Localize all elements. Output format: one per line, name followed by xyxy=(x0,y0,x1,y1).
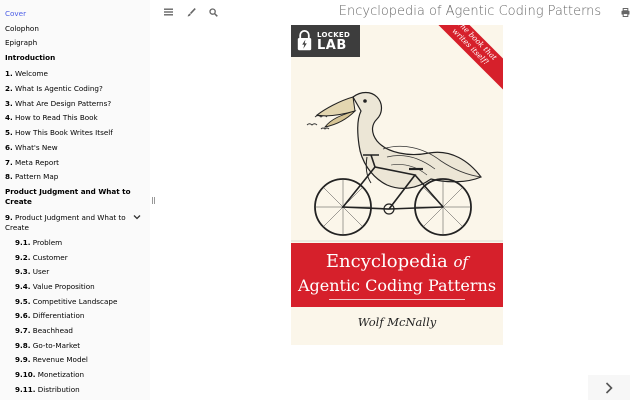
toc-label: Customer xyxy=(32,252,68,262)
cover-title-of: of xyxy=(453,253,469,271)
toc-part-introduction: Introduction xyxy=(0,53,150,63)
toc-item-problem[interactable]: 9.1. Problem xyxy=(0,238,150,248)
toc-label: Competitive Landscape xyxy=(32,296,118,306)
toc-item-revenue-model[interactable]: 9.9. Revenue Model xyxy=(0,355,150,365)
sidebar-resize-handle[interactable] xyxy=(152,197,155,204)
banner-rule xyxy=(329,299,465,300)
toc-part-label: Product Judgment and What to Create xyxy=(5,187,131,207)
toc-num: 6. xyxy=(5,142,13,152)
toc-label: Differentiation xyxy=(32,311,85,321)
toc-label: What Are Design Patterns? xyxy=(15,98,112,108)
toc-num: 9.9. xyxy=(15,355,31,365)
paintbrush-icon[interactable] xyxy=(185,6,197,18)
toc-label: Product Judgment and What to Create xyxy=(5,213,126,233)
book-cover: LOCKED LAB The book thatwrites itself! xyxy=(291,25,503,345)
toc-num: 9.4. xyxy=(15,281,31,291)
toc-item-what-is-agentic-coding[interactable]: 2. What Is Agentic Coding? xyxy=(0,84,150,94)
cover-title-word: Encyclopedia xyxy=(325,251,448,272)
toc-num: 9. xyxy=(5,213,13,223)
chevron-down-icon[interactable] xyxy=(133,213,141,224)
toc-num: 9.1. xyxy=(15,237,31,247)
toc-label: User xyxy=(32,267,50,277)
toc-item-meta-report[interactable]: 7. Meta Report xyxy=(0,158,150,168)
toc-num: 9.2. xyxy=(15,252,31,262)
toc-num: 9.5. xyxy=(15,296,31,306)
toc-label: Distribution xyxy=(37,384,80,394)
toc-item-how-to-read[interactable]: 4. How to Read This Book xyxy=(0,113,150,123)
title-banner: Encyclopedia of Agentic Coding Patterns xyxy=(291,243,503,307)
page-title: Encyclopedia of Agentic Coding Patterns xyxy=(338,4,602,19)
toc-label: Go-to-Market xyxy=(32,340,81,350)
toc-label: What's New xyxy=(15,142,58,152)
menu-icon[interactable] xyxy=(162,6,174,18)
toc-label: Epigraph xyxy=(5,38,38,48)
toc-item-beachhead[interactable]: 9.7. Beachhead xyxy=(0,326,150,336)
toc-item-user[interactable]: 9.3. User xyxy=(0,267,150,277)
toc-item-what-are-design-patterns[interactable]: 3. What Are Design Patterns? xyxy=(0,99,150,109)
toc-label: Pattern Map xyxy=(15,172,59,182)
cover-title-line1: Encyclopedia of xyxy=(291,251,503,272)
toc-num: 8. xyxy=(5,172,13,182)
toc-label: Meta Report xyxy=(15,157,59,167)
toc-label: Monetization xyxy=(37,370,85,380)
toc-num: 9.3. xyxy=(15,267,31,277)
pelican-on-bicycle-illustration xyxy=(291,91,503,242)
toc-num: 5. xyxy=(5,128,13,138)
sidebar: Cover Colophon Epigraph Introduction 1. … xyxy=(0,0,150,400)
toc-part-label: Introduction xyxy=(5,53,56,63)
toc-item-whats-new[interactable]: 6. What's New xyxy=(0,143,150,153)
toc-item-cover[interactable]: Cover xyxy=(0,9,150,19)
toc-item-differentiation[interactable]: 9.6. Differentiation xyxy=(0,311,150,321)
toc-num: 1. xyxy=(5,69,13,79)
toc-item-colophon[interactable]: Colophon xyxy=(0,24,150,34)
toc-num: 9.7. xyxy=(15,326,31,335)
toc-item-epigraph[interactable]: Epigraph xyxy=(0,38,150,48)
pelican xyxy=(315,91,482,189)
toc-num: 9.6. xyxy=(15,311,31,321)
toc-num: 3. xyxy=(5,98,13,108)
toc-item-competitive-landscape[interactable]: 9.5. Competitive Landscape xyxy=(0,297,150,307)
toc-item-distribution[interactable]: 9.11. Distribution xyxy=(0,385,150,395)
toc-label: What Is Agentic Coding? xyxy=(15,84,103,94)
cover-title-line2: Agentic Coding Patterns xyxy=(297,276,497,295)
toc-item-go-to-market[interactable]: 9.8. Go-to-Market xyxy=(0,341,150,351)
toc-item-how-book-writes-itself[interactable]: 5. How This Book Writes Itself xyxy=(0,128,150,138)
chevron-right-icon xyxy=(605,381,613,394)
logo-text-line2: LAB xyxy=(317,38,347,53)
toc-list: Cover Colophon Epigraph Introduction 1. … xyxy=(0,0,150,395)
toc-num: 2. xyxy=(5,84,13,94)
toc-num: 9.10. xyxy=(15,370,36,380)
toc-label: Welcome xyxy=(15,69,48,79)
toc-num: 9.8. xyxy=(15,340,31,350)
toc-label: How This Book Writes Itself xyxy=(15,128,113,138)
toc-item-customer[interactable]: 9.2. Customer xyxy=(0,253,150,263)
toc-label: Colophon xyxy=(5,23,39,33)
toc-label: How to Read This Book xyxy=(15,113,98,123)
toc-num: 7. xyxy=(5,157,13,167)
next-page-button[interactable] xyxy=(588,375,630,400)
toc-label: Beachhead xyxy=(32,326,73,335)
toc-num: 4. xyxy=(5,113,13,123)
toc-item-value-proposition[interactable]: 9.4. Value Proposition xyxy=(0,282,150,292)
toc-item-pattern-map[interactable]: 8. Pattern Map xyxy=(0,172,150,182)
lock-icon xyxy=(297,30,312,51)
toc-item-welcome[interactable]: 1. Welcome xyxy=(0,69,150,79)
cover-author: Wolf McNally xyxy=(357,315,437,329)
toc-label: Revenue Model xyxy=(32,355,88,365)
top-bar: Encyclopedia of Agentic Coding Patterns xyxy=(150,0,640,25)
search-icon[interactable] xyxy=(207,6,219,18)
toc-item-product-judgment[interactable]: 9. Product Judgment and What to Create xyxy=(0,213,150,233)
toc-label: Problem xyxy=(32,237,63,247)
toc-item-monetization[interactable]: 9.10. Monetization xyxy=(0,370,150,380)
toc-label: Value Proposition xyxy=(32,281,95,291)
publisher-logo: LOCKED LAB xyxy=(291,25,360,57)
print-icon[interactable] xyxy=(619,6,631,18)
toc-part-product-judgment: Product Judgment and What to Create xyxy=(0,187,150,207)
toc-num: 9.11. xyxy=(15,384,36,394)
toc-label: Cover xyxy=(5,9,27,18)
